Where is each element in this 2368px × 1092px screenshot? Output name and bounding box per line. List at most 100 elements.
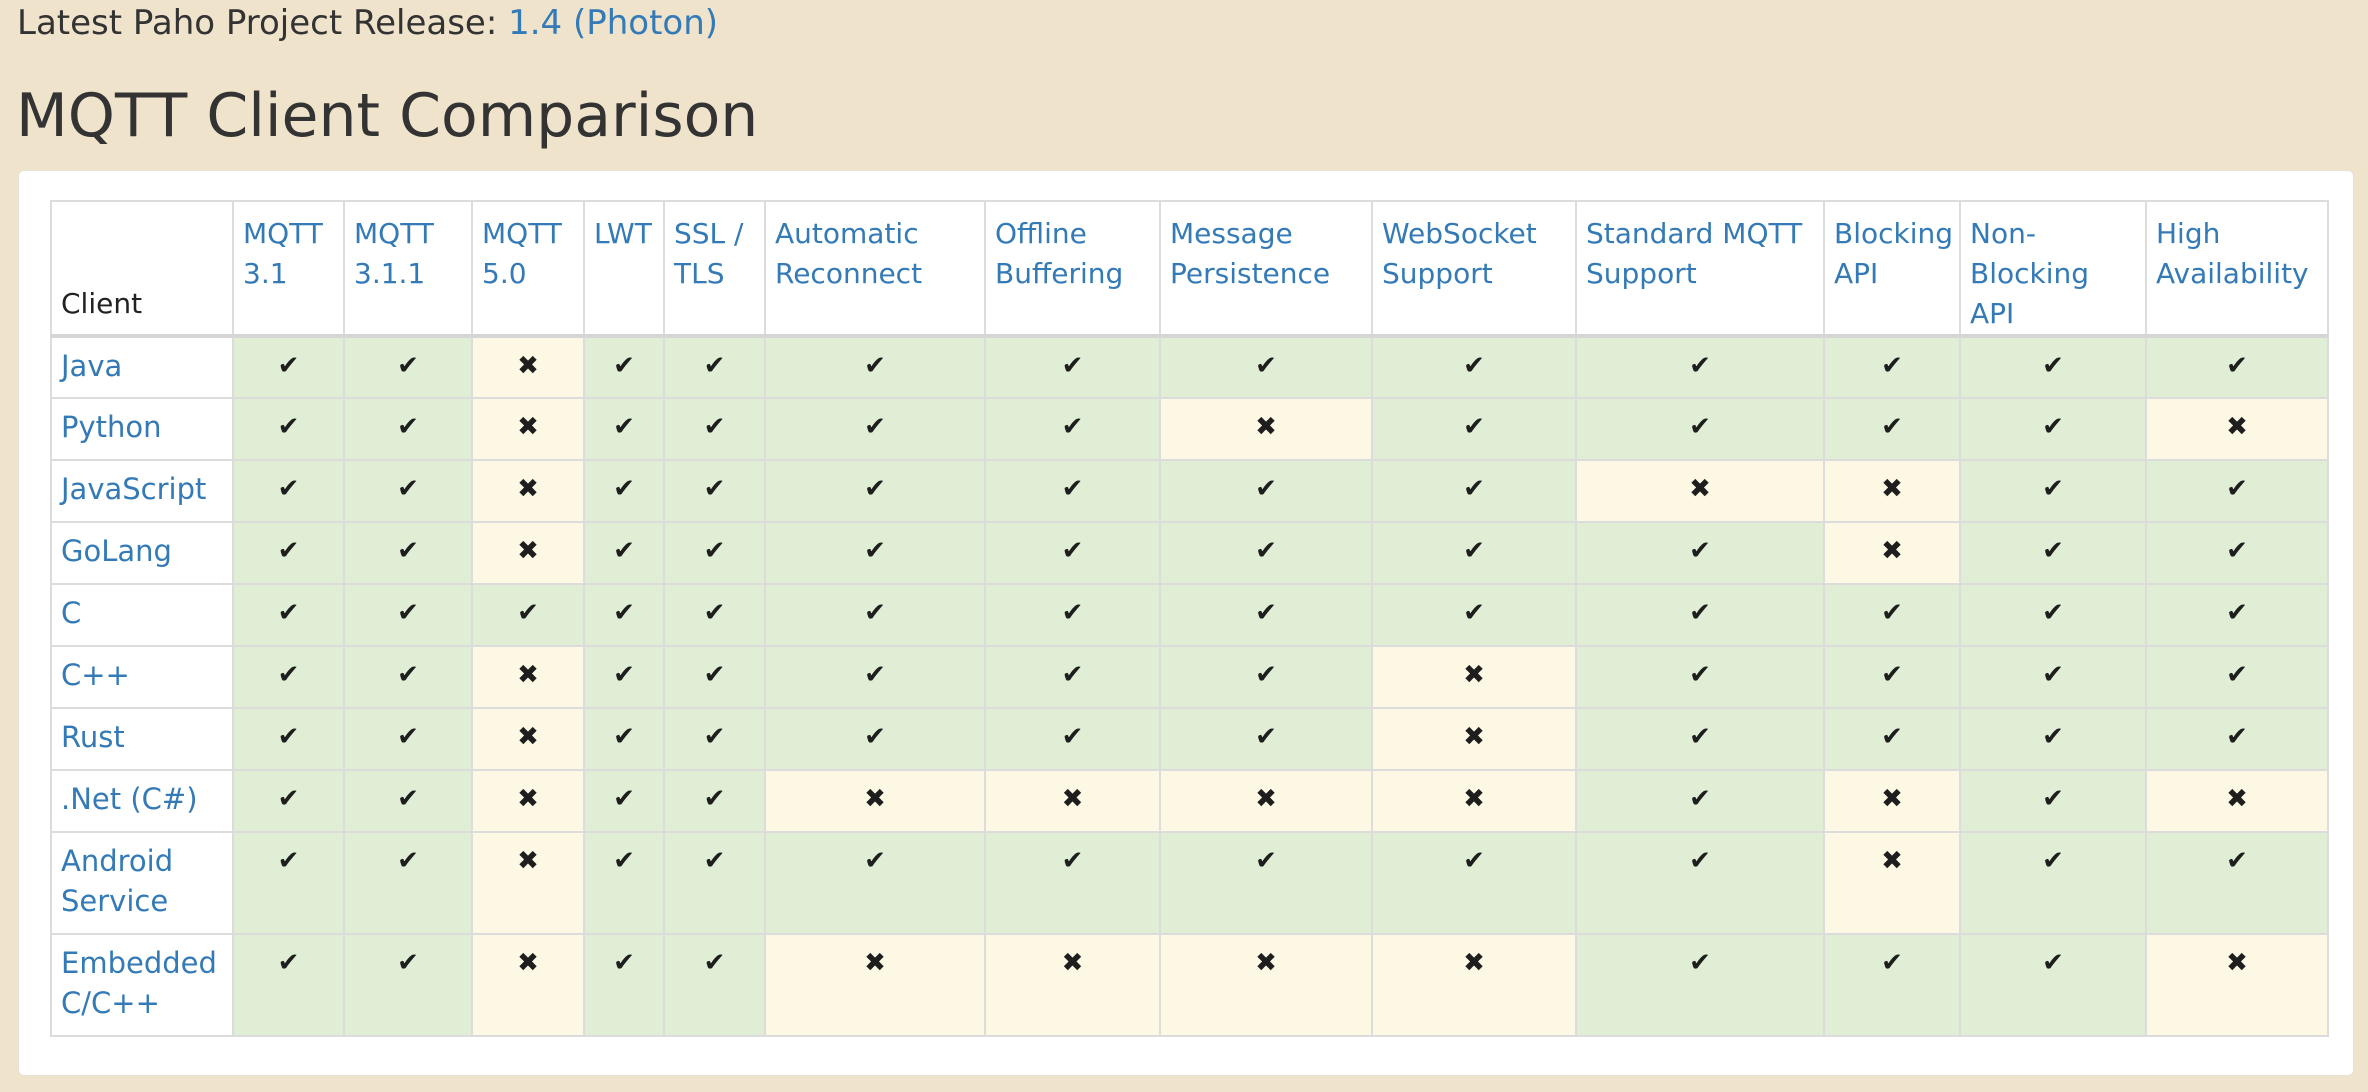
check-icon: ✔: [1689, 784, 1711, 814]
client-link[interactable]: Python: [61, 410, 162, 444]
check-icon: ✔: [1881, 948, 1903, 978]
column-header[interactable]: High Availability: [2145, 200, 2329, 338]
cross-icon: ✖: [517, 474, 539, 504]
client-link[interactable]: Embedded C/C++: [61, 946, 217, 1020]
supported-cell: ✔: [1823, 707, 1961, 771]
check-icon: ✔: [613, 351, 635, 381]
column-header[interactable]: Blocking API: [1823, 200, 1961, 338]
supported-cell: ✔: [1575, 583, 1825, 647]
client-link[interactable]: GoLang: [61, 534, 172, 568]
table-row: GoLang ✔ ✔ ✖ ✔ ✔ ✔ ✔ ✔ ✔ ✔ ✖ ✔ ✔: [50, 521, 2329, 585]
check-icon: ✔: [864, 660, 886, 690]
unsupported-cell: ✖: [764, 769, 986, 833]
unsupported-cell: ✖: [1823, 831, 1961, 935]
supported-cell: ✔: [1159, 459, 1373, 523]
supported-cell: ✔: [1575, 335, 1825, 399]
column-header[interactable]: LWT: [583, 200, 665, 338]
check-icon: ✔: [864, 474, 886, 504]
check-icon: ✔: [2042, 948, 2064, 978]
supported-cell: ✔: [1823, 933, 1961, 1037]
cross-icon: ✖: [517, 412, 539, 442]
client-cell: Android Service: [50, 831, 234, 935]
column-header[interactable]: WebSocket Support: [1371, 200, 1577, 338]
supported-cell: ✔: [764, 397, 986, 461]
column-header[interactable]: Offline Buffering: [984, 200, 1161, 338]
check-icon: ✔: [1255, 722, 1277, 752]
check-icon: ✔: [2042, 846, 2064, 876]
check-icon: ✔: [1689, 412, 1711, 442]
check-icon: ✔: [1061, 474, 1084, 504]
check-icon: ✔: [1255, 351, 1277, 381]
supported-cell: ✔: [663, 335, 766, 399]
client-link[interactable]: C++: [61, 658, 130, 692]
check-icon: ✔: [2226, 536, 2248, 566]
cross-icon: ✖: [1463, 784, 1485, 814]
check-icon: ✔: [2042, 660, 2064, 690]
supported-cell: ✔: [1575, 831, 1825, 935]
check-icon: ✔: [613, 846, 635, 876]
supported-cell: ✔: [1371, 459, 1577, 523]
column-header[interactable]: Automatic Reconnect: [764, 200, 986, 338]
unsupported-cell: ✖: [1823, 769, 1961, 833]
supported-cell: ✔: [583, 335, 665, 399]
check-icon: ✔: [397, 412, 419, 442]
client-link[interactable]: Android Service: [61, 844, 173, 918]
release-version-link[interactable]: 1.4 (Photon): [508, 3, 718, 43]
check-icon: ✔: [864, 598, 886, 628]
cross-icon: ✖: [517, 660, 539, 690]
supported-cell: ✔: [232, 335, 345, 399]
column-header[interactable]: MQTT 3.1: [232, 200, 345, 338]
column-header[interactable]: Standard MQTT Support: [1575, 200, 1825, 338]
supported-cell: ✔: [1159, 831, 1373, 935]
cross-icon: ✖: [1061, 784, 1084, 814]
supported-cell: ✔: [1959, 707, 2147, 771]
cross-icon: ✖: [2226, 412, 2248, 442]
check-icon: ✔: [1881, 598, 1903, 628]
client-link[interactable]: Rust: [61, 720, 125, 754]
cross-icon: ✖: [1255, 784, 1277, 814]
column-header[interactable]: MQTT 3.1.1: [343, 200, 473, 338]
cross-icon: ✖: [517, 784, 539, 814]
cross-icon: ✖: [864, 784, 886, 814]
table-row: Embedded C/C++ ✔ ✔ ✖ ✔ ✔ ✖ ✖ ✖ ✖ ✔ ✔ ✔ ✖: [50, 933, 2329, 1037]
supported-cell: ✔: [1959, 335, 2147, 399]
unsupported-cell: ✖: [2145, 933, 2329, 1037]
check-icon: ✔: [2226, 722, 2248, 752]
supported-cell: ✔: [1159, 521, 1373, 585]
cross-icon: ✖: [1689, 474, 1711, 504]
column-header[interactable]: SSL / TLS: [663, 200, 766, 338]
supported-cell: ✔: [1371, 397, 1577, 461]
client-link[interactable]: JavaScript: [61, 472, 206, 506]
check-icon: ✔: [1689, 948, 1711, 978]
unsupported-cell: ✖: [1371, 707, 1577, 771]
check-icon: ✔: [1255, 660, 1277, 690]
check-icon: ✔: [1689, 351, 1711, 381]
client-link[interactable]: Java: [61, 349, 122, 383]
supported-cell: ✔: [232, 459, 345, 523]
unsupported-cell: ✖: [1823, 521, 1961, 585]
check-icon: ✔: [703, 660, 726, 690]
check-icon: ✔: [397, 660, 419, 690]
check-icon: ✔: [1689, 536, 1711, 566]
supported-cell: ✔: [663, 769, 766, 833]
check-icon: ✔: [2226, 351, 2248, 381]
supported-cell: ✔: [343, 831, 473, 935]
unsupported-cell: ✖: [471, 459, 585, 523]
column-header[interactable]: Message Persistence: [1159, 200, 1373, 338]
check-icon: ✔: [2042, 722, 2064, 752]
supported-cell: ✔: [1959, 831, 2147, 935]
unsupported-cell: ✖: [1159, 769, 1373, 833]
cross-icon: ✖: [2226, 948, 2248, 978]
check-icon: ✔: [864, 722, 886, 752]
cross-icon: ✖: [517, 536, 539, 566]
supported-cell: ✔: [984, 583, 1161, 647]
column-header[interactable]: MQTT 5.0: [471, 200, 585, 338]
check-icon: ✔: [1881, 660, 1903, 690]
unsupported-cell: ✖: [2145, 769, 2329, 833]
client-link[interactable]: .Net (C#): [61, 782, 198, 816]
client-link[interactable]: C: [61, 596, 81, 630]
unsupported-cell: ✖: [471, 933, 585, 1037]
supported-cell: ✔: [764, 335, 986, 399]
column-header[interactable]: Non-Blocking API: [1959, 200, 2147, 338]
unsupported-cell: ✖: [2145, 397, 2329, 461]
